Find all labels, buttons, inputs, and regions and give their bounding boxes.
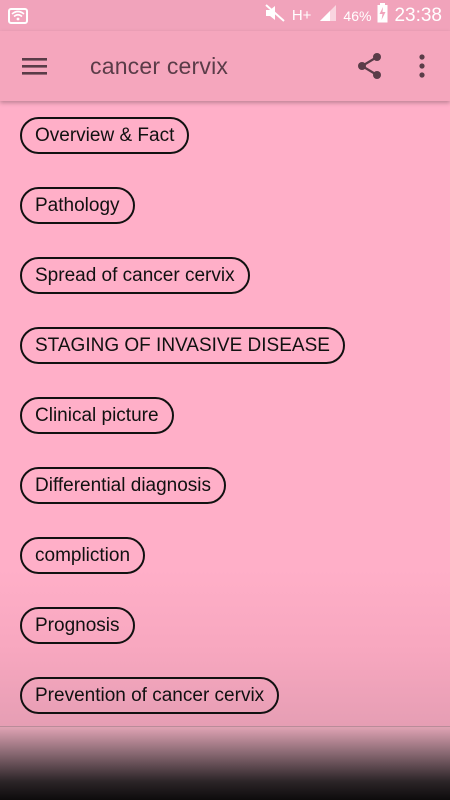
share-icon[interactable]: [356, 52, 384, 80]
app-title: cancer cervix: [90, 53, 229, 79]
battery-charging-icon: [377, 3, 388, 28]
signal-icon: [317, 4, 337, 27]
topic-chip-staging[interactable]: STAGING OF INVASIVE DISEASE: [20, 327, 345, 364]
topic-list: Overview & Fact Pathology Spread of canc…: [0, 101, 450, 726]
battery-percent: 46%: [343, 7, 372, 24]
network-type: H+: [291, 7, 312, 24]
bottom-shade: [0, 727, 450, 800]
status-bar: H+ 46% 23:38: [0, 0, 450, 31]
app-bar: cancer cervix: [0, 31, 450, 101]
wifi-icon: [8, 7, 28, 24]
topic-chip-spread[interactable]: Spread of cancer cervix: [20, 257, 250, 294]
topic-chip-prevention[interactable]: Prevention of cancer cervix: [20, 677, 280, 714]
topic-chip-complication[interactable]: compliction: [20, 537, 146, 574]
hamburger-menu-icon[interactable]: [22, 55, 48, 77]
mute-icon: [264, 4, 286, 27]
topic-chip-pathology[interactable]: Pathology: [20, 187, 135, 224]
topic-chip-clinical-picture[interactable]: Clinical picture: [20, 397, 174, 434]
topic-chip-prognosis[interactable]: Prognosis: [20, 607, 135, 644]
clock: 23:38: [394, 4, 442, 26]
topic-chip-differential-diagnosis[interactable]: Differential diagnosis: [20, 467, 227, 504]
topic-chip-overview[interactable]: Overview & Fact: [20, 117, 190, 154]
overflow-menu-icon[interactable]: [412, 52, 432, 80]
